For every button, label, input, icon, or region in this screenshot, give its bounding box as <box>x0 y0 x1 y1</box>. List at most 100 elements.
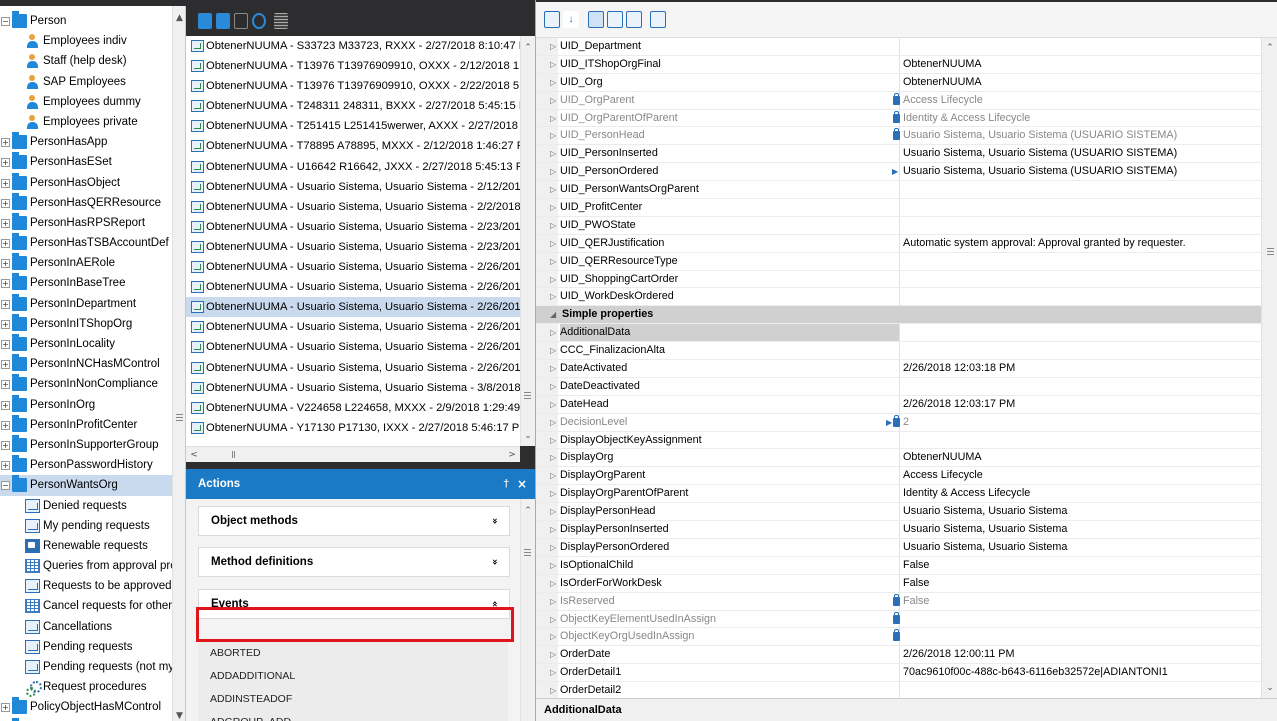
list-item[interactable]: ObtenerNUUMA - Usuario Sistema, Usuario … <box>186 277 520 297</box>
tree-item[interactable]: Employees private <box>0 112 172 132</box>
expand-icon[interactable]: + <box>1 198 10 208</box>
property-row[interactable]: ▷ UID_OrgParent Access Lifecycle <box>536 91 1261 110</box>
expand-icon[interactable]: + <box>1 703 10 713</box>
close-icon[interactable]: × <box>517 469 527 499</box>
tree-item[interactable]: + PersonInProfitCenter <box>0 414 172 435</box>
property-row[interactable]: ▷ ObjectKeyOrgUsedInAssign <box>536 628 1261 647</box>
property-value[interactable]: ObtenerNUUMA <box>903 56 982 74</box>
expand-arrow-icon[interactable]: ▷ <box>550 628 556 646</box>
tree-item[interactable]: − PersonWantsOrg <box>0 475 172 496</box>
property-row[interactable]: ▷ DecisionLevel ▶ 2 <box>536 413 1261 432</box>
property-value[interactable]: Access Lifecycle <box>903 92 983 110</box>
expand-arrow-icon[interactable]: ▷ <box>550 217 556 235</box>
property-pages-icon[interactable] <box>650 11 666 28</box>
property-row[interactable]: ▷ CCC_FinalizacionAlta <box>536 342 1261 361</box>
scroll-grip-icon[interactable] <box>524 549 531 556</box>
property-row[interactable]: ▷ AdditionalData <box>536 324 1261 343</box>
list-item[interactable]: ObtenerNUUMA - Usuario Sistema, Usuario … <box>186 257 520 277</box>
expand-arrow-icon[interactable]: ▷ <box>550 74 556 92</box>
scroll-left-icon[interactable]: < <box>186 447 202 463</box>
list-item[interactable]: ObtenerNUUMA - T251415 L251415werwer, AX… <box>186 116 520 136</box>
property-row[interactable]: ▷ DisplayPersonHead Usuario Sistema, Usuar… <box>536 503 1261 522</box>
expand-arrow-icon[interactable]: ▷ <box>550 539 556 557</box>
expand-icon[interactable]: + <box>1 158 10 168</box>
list-item[interactable]: ObtenerNUUMA - U16642 R16642, JXXX - 2/2… <box>186 157 520 177</box>
scroll-down-icon[interactable]: ⌄ <box>521 428 535 444</box>
collapse-icon[interactable]: − <box>1 17 10 26</box>
expand-icon[interactable]: + <box>1 440 10 450</box>
expand-arrow-icon[interactable]: ▷ <box>550 449 556 467</box>
tree-item[interactable]: SAP Employees <box>0 72 172 92</box>
property-category[interactable]: ◢ Simple properties <box>536 306 1261 325</box>
tree-item[interactable]: Queries from approval process <box>0 556 172 576</box>
tree-item[interactable]: Pending requests <box>0 637 172 657</box>
property-row[interactable]: ▷ UID_PersonWantsOrgParent <box>536 181 1261 200</box>
expand-arrow-icon[interactable]: ▷ <box>550 38 556 56</box>
pin-icon[interactable]: † <box>504 469 510 499</box>
new-object-icon[interactable] <box>198 13 212 29</box>
expand-icon[interactable]: + <box>1 279 10 289</box>
property-row[interactable]: ▷ OrderDetail1 70ac9610f00c-488c-b643-6116… <box>536 664 1261 683</box>
property-value[interactable]: False <box>903 575 929 593</box>
tree-scrollbar[interactable]: ▲ ▼ <box>172 6 185 721</box>
tree-item[interactable]: − Person <box>0 11 172 31</box>
tree-item[interactable]: Cancellations <box>0 617 172 637</box>
property-row[interactable]: ▷ ObjectKeyElementUsedInAssign <box>536 610 1261 629</box>
tree-item[interactable]: + PersonHasApp <box>0 132 172 152</box>
property-value[interactable]: Identity & Access Lifecycle <box>903 485 1030 503</box>
property-row[interactable]: ▷ UID_Department <box>536 38 1261 56</box>
list-scrollbar[interactable]: ⌃ ⌄ <box>520 36 535 446</box>
list-item[interactable]: ObtenerNUUMA - Usuario Sistema, Usuario … <box>186 297 520 318</box>
tree-item[interactable]: + PersonHasQERResource <box>0 192 172 213</box>
property-value[interactable]: Usuario Sistema, Usuario Sistema (USUARI… <box>903 127 1177 145</box>
expand-arrow-icon[interactable]: ▷ <box>550 378 556 396</box>
tree-item[interactable]: Employees indiv <box>0 31 172 51</box>
property-row[interactable]: ▷ DateDeactivated <box>536 377 1261 396</box>
property-row[interactable]: ▷ OrderDetail2 <box>536 682 1261 698</box>
property-row[interactable]: ▷ DateHead 2/26/2018 12:03:17 PM <box>536 395 1261 414</box>
property-row[interactable]: ▷ UID_ITShopOrgFinal ObtenerNUUMA <box>536 55 1261 74</box>
property-value[interactable]: Identity & Access Lifecycle <box>903 110 1030 128</box>
expand-arrow-icon[interactable]: ▷ <box>550 342 556 360</box>
filter-icon[interactable] <box>274 13 288 29</box>
event-item[interactable]: ADDINSTEADOF <box>198 688 508 711</box>
list-item[interactable]: ObtenerNUUMA - T13976 T13976909910, OXXX… <box>186 76 520 96</box>
event-item[interactable]: ABORTED <box>198 642 508 665</box>
tree-item[interactable]: Request procedures <box>0 677 172 698</box>
expand-arrow-icon[interactable]: ▷ <box>550 56 556 74</box>
property-row[interactable]: ▷ UID_QERJustification Automatic system ap… <box>536 234 1261 253</box>
property-row[interactable]: ▷ UID_PersonOrdered ▶ Usuario Sistema, Usua… <box>536 163 1261 182</box>
expand-icon[interactable]: + <box>1 420 10 430</box>
tree-item[interactable]: + PersonHasTSBAccountDef <box>0 233 172 253</box>
list-item[interactable]: ObtenerNUUMA - Usuario Sistema, Usuario … <box>186 317 520 337</box>
events-view-icon[interactable] <box>626 11 642 28</box>
expand-arrow-icon[interactable]: ▷ <box>550 288 556 306</box>
refresh-icon[interactable] <box>252 13 266 29</box>
property-value[interactable]: 2 <box>903 414 909 432</box>
property-value[interactable]: Automatic system approval: Approval gran… <box>903 235 1186 253</box>
property-value[interactable]: Usuario Sistema, Usuario Sistema <box>903 539 1067 557</box>
expand-arrow-icon[interactable]: ▷ <box>550 432 556 450</box>
property-value[interactable]: Usuario Sistema, Usuario Sistema <box>903 503 1067 521</box>
expand-icon[interactable]: + <box>1 340 10 349</box>
tree-item[interactable]: + PersonHasESet <box>0 152 172 172</box>
expand-icon[interactable]: + <box>1 319 10 329</box>
scroll-grip-icon[interactable] <box>524 392 531 399</box>
expand-arrow-icon[interactable]: ▷ <box>550 467 556 485</box>
property-value[interactable]: 2/26/2018 12:03:18 PM <box>903 360 1015 378</box>
tree-item[interactable]: + PersonInBaseTree <box>0 273 172 293</box>
sort-az-icon[interactable]: ↓ <box>563 11 579 28</box>
expand-arrow-icon[interactable]: ▷ <box>550 271 556 289</box>
scroll-down-icon[interactable]: ⌄ <box>1262 680 1277 696</box>
scroll-grip-icon[interactable] <box>1267 248 1274 255</box>
tree-item[interactable]: Staff (help desk) <box>0 51 172 71</box>
scroll-up-icon[interactable]: ▲ <box>173 10 185 26</box>
tree-item[interactable]: Pending requests (not my) <box>0 657 172 677</box>
expand-icon[interactable]: + <box>1 259 10 269</box>
expand-arrow-icon[interactable]: ▷ <box>550 664 556 682</box>
tree-item[interactable]: + PersonInSupporterGroup <box>0 434 172 455</box>
list-item[interactable]: ObtenerNUUMA - T13976 T13976909910, OXXX… <box>186 56 520 76</box>
list-item[interactable]: ObtenerNUUMA - Usuario Sistema, Usuario … <box>186 337 520 357</box>
tree-item[interactable]: + PersonPasswordHistory <box>0 455 172 475</box>
expand-arrow-icon[interactable]: ▷ <box>550 611 556 629</box>
